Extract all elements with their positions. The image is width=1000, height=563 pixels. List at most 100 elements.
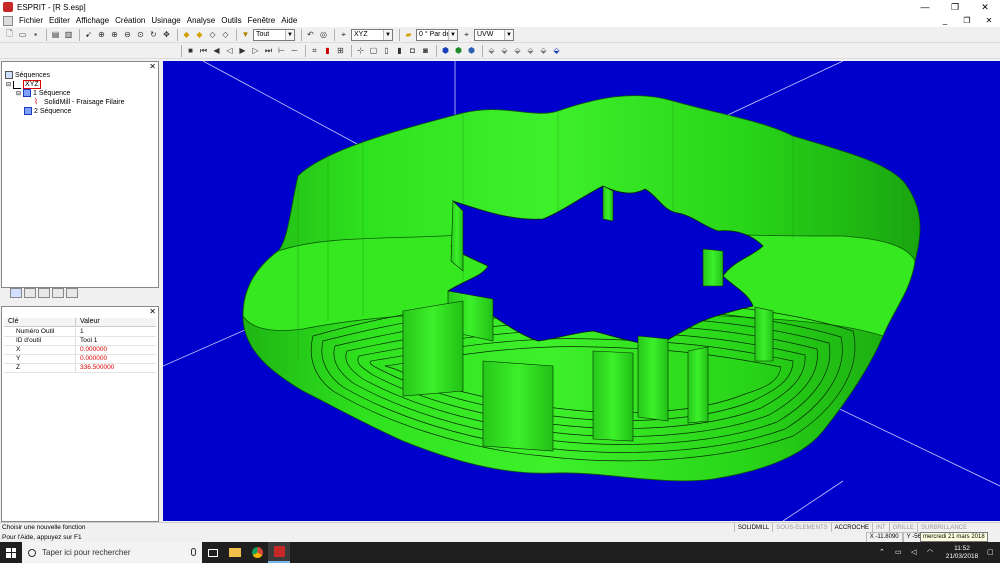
tree-sequence-1[interactable]: ⊟ 1 Séquence bbox=[16, 89, 70, 97]
pan-icon[interactable]: ✥ bbox=[161, 29, 172, 40]
task-view-icon[interactable] bbox=[202, 542, 224, 563]
rewind-icon[interactable]: ⏮ bbox=[198, 45, 209, 56]
view-iso-icon[interactable]: ◙ bbox=[420, 45, 431, 56]
clock[interactable]: 11:52 21/03/2018 bbox=[940, 545, 984, 561]
esprit-taskbar-icon[interactable] bbox=[268, 542, 290, 563]
tab-tools-icon[interactable] bbox=[38, 288, 50, 298]
network-icon[interactable]: ▭ bbox=[895, 548, 905, 557]
menu-outils[interactable]: Outils bbox=[221, 16, 241, 25]
redo-icon[interactable]: ◎ bbox=[318, 29, 329, 40]
menu-usinage[interactable]: Usinage bbox=[151, 16, 180, 25]
play-back-icon[interactable]: ◁ bbox=[224, 45, 235, 56]
chevron-down-icon[interactable]: ▼ bbox=[285, 29, 294, 40]
cut-tool-4-icon[interactable]: ⬙ bbox=[525, 45, 536, 56]
play-icon[interactable]: ▶ bbox=[237, 45, 248, 56]
menu-analyse[interactable]: Analyse bbox=[187, 16, 215, 25]
menu-aide[interactable]: Aide bbox=[281, 16, 297, 25]
new-file-icon[interactable]: 🗋 bbox=[4, 29, 15, 40]
document-icon[interactable] bbox=[3, 15, 13, 26]
chevron-down-icon[interactable]: ▼ bbox=[504, 29, 513, 40]
menu-affichage[interactable]: Affichage bbox=[76, 16, 109, 25]
menu-editer[interactable]: Editer bbox=[49, 16, 70, 25]
uvw-icon[interactable]: ⌖ bbox=[461, 29, 472, 40]
rotate-icon[interactable]: ↻ bbox=[148, 29, 159, 40]
property-value[interactable]: 0.000000 bbox=[76, 355, 107, 363]
tree-operation[interactable]: ⌇ SolidMill - Fraisage Filaire bbox=[34, 98, 125, 106]
uvw-combo[interactable]: UVW ▼ bbox=[474, 28, 514, 41]
tab-layers-icon[interactable] bbox=[52, 288, 64, 298]
menu-creation[interactable]: Création bbox=[115, 16, 145, 25]
cut-tool-1-icon[interactable]: ⬙ bbox=[486, 45, 497, 56]
maximize-icon[interactable]: ❐ bbox=[940, 0, 970, 14]
print-preview-icon[interactable]: ▥ bbox=[63, 29, 74, 40]
zoom-fit-icon[interactable]: ⊙ bbox=[135, 29, 146, 40]
property-row[interactable]: ID d'outil Tool 1 bbox=[4, 337, 156, 346]
minimize-icon[interactable]: — bbox=[910, 0, 940, 14]
expand-minus-icon[interactable]: ⊟ bbox=[6, 81, 11, 88]
expand-minus-icon[interactable]: ⊟ bbox=[16, 90, 21, 97]
panel-close-icon[interactable]: ✕ bbox=[149, 307, 156, 316]
cursor-icon[interactable]: ⊹ bbox=[355, 45, 366, 56]
view-top-icon[interactable]: ◘ bbox=[407, 45, 418, 56]
stop-icon[interactable]: ■ bbox=[185, 45, 196, 56]
property-row[interactable]: Z 336.500000 bbox=[4, 364, 156, 373]
property-row[interactable]: Numéro Outil 1 bbox=[4, 328, 156, 337]
zoom-in-icon[interactable]: ⊕ bbox=[109, 29, 120, 40]
speed-slider-icon[interactable]: ⊢ bbox=[276, 45, 287, 56]
menu-fichier[interactable]: Fichier bbox=[19, 16, 43, 25]
cut-tool-2-icon[interactable]: ⬙ bbox=[499, 45, 510, 56]
chevron-down-icon[interactable]: ▼ bbox=[383, 29, 392, 40]
speed-track-icon[interactable]: ─ bbox=[289, 45, 300, 56]
solid-blue-icon[interactable]: ⬢ bbox=[440, 45, 451, 56]
tree-root[interactable]: Séquences bbox=[5, 71, 50, 79]
cut-tool-6-icon[interactable]: ⬙ bbox=[551, 45, 562, 56]
part-render[interactable] bbox=[163, 61, 1000, 521]
doc-minimize-icon[interactable]: _ bbox=[934, 14, 956, 27]
tree-xyz[interactable]: ⊟ XYZ bbox=[6, 80, 41, 89]
open-folder-icon[interactable]: ▭ bbox=[17, 29, 28, 40]
close-icon[interactable]: ✕ bbox=[970, 0, 1000, 14]
start-button[interactable] bbox=[0, 542, 22, 563]
property-row[interactable]: Y 0.000000 bbox=[4, 355, 156, 364]
holder-icon[interactable]: ⊞ bbox=[335, 45, 346, 56]
tab-features-icon[interactable] bbox=[24, 288, 36, 298]
solid-shaded-icon[interactable]: ⬢ bbox=[466, 45, 477, 56]
select-icon[interactable]: ➹ bbox=[83, 29, 94, 40]
doc-close-icon[interactable]: ✕ bbox=[978, 14, 1000, 27]
shade-2-icon[interactable]: ◆ bbox=[194, 29, 205, 40]
zoom-window-icon[interactable]: ⊕ bbox=[96, 29, 107, 40]
tab-operations-icon[interactable] bbox=[10, 288, 22, 298]
microphone-icon[interactable] bbox=[191, 548, 196, 556]
tree-sequence-2[interactable]: 2 Séquence bbox=[24, 107, 71, 115]
cut-tool-5-icon[interactable]: ⬙ bbox=[538, 45, 549, 56]
taskbar-search[interactable]: Taper ici pour rechercher bbox=[22, 542, 202, 563]
property-value[interactable]: 0.000000 bbox=[76, 346, 107, 354]
doc-restore-icon[interactable]: ❐ bbox=[956, 14, 978, 27]
file-explorer-icon[interactable] bbox=[224, 542, 246, 563]
property-value[interactable]: 336.500000 bbox=[76, 364, 114, 372]
workplane-icon[interactable]: ⌖ bbox=[338, 29, 349, 40]
layer-icon[interactable]: ▰ bbox=[403, 29, 414, 40]
property-value[interactable]: Tool 1 bbox=[76, 337, 97, 345]
plane-combo[interactable]: XYZ ▼ bbox=[351, 28, 393, 41]
property-value[interactable]: 1 bbox=[76, 328, 84, 336]
notifications-icon[interactable]: ▢ bbox=[987, 548, 997, 557]
angle-combo[interactable]: 0 ° Par dé ▼ bbox=[416, 28, 458, 41]
menu-fenetre[interactable]: Fenêtre bbox=[248, 16, 276, 25]
wifi-icon[interactable]: ◠ bbox=[927, 548, 937, 557]
filter-icon[interactable]: ▼ bbox=[240, 29, 251, 40]
view-front-icon[interactable]: ▯ bbox=[381, 45, 392, 56]
wireframe-icon[interactable]: ◇ bbox=[207, 29, 218, 40]
cut-tool-3-icon[interactable]: ⬙ bbox=[512, 45, 523, 56]
step-back-icon[interactable]: ◀ bbox=[211, 45, 222, 56]
zoom-out-icon[interactable]: ⊖ bbox=[122, 29, 133, 40]
tool-icon[interactable]: ▮ bbox=[322, 45, 333, 56]
tab-settings-icon[interactable] bbox=[66, 288, 78, 298]
view-side-icon[interactable]: ▮ bbox=[394, 45, 405, 56]
chevron-down-icon[interactable]: ▼ bbox=[448, 29, 457, 40]
undo-icon[interactable]: ↶ bbox=[305, 29, 316, 40]
solid-green-icon[interactable]: ⬢ bbox=[453, 45, 464, 56]
people-icon[interactable]: ⌃ bbox=[879, 548, 889, 557]
hidden-line-icon[interactable]: ◇ bbox=[220, 29, 231, 40]
shade-icon[interactable]: ◆ bbox=[181, 29, 192, 40]
